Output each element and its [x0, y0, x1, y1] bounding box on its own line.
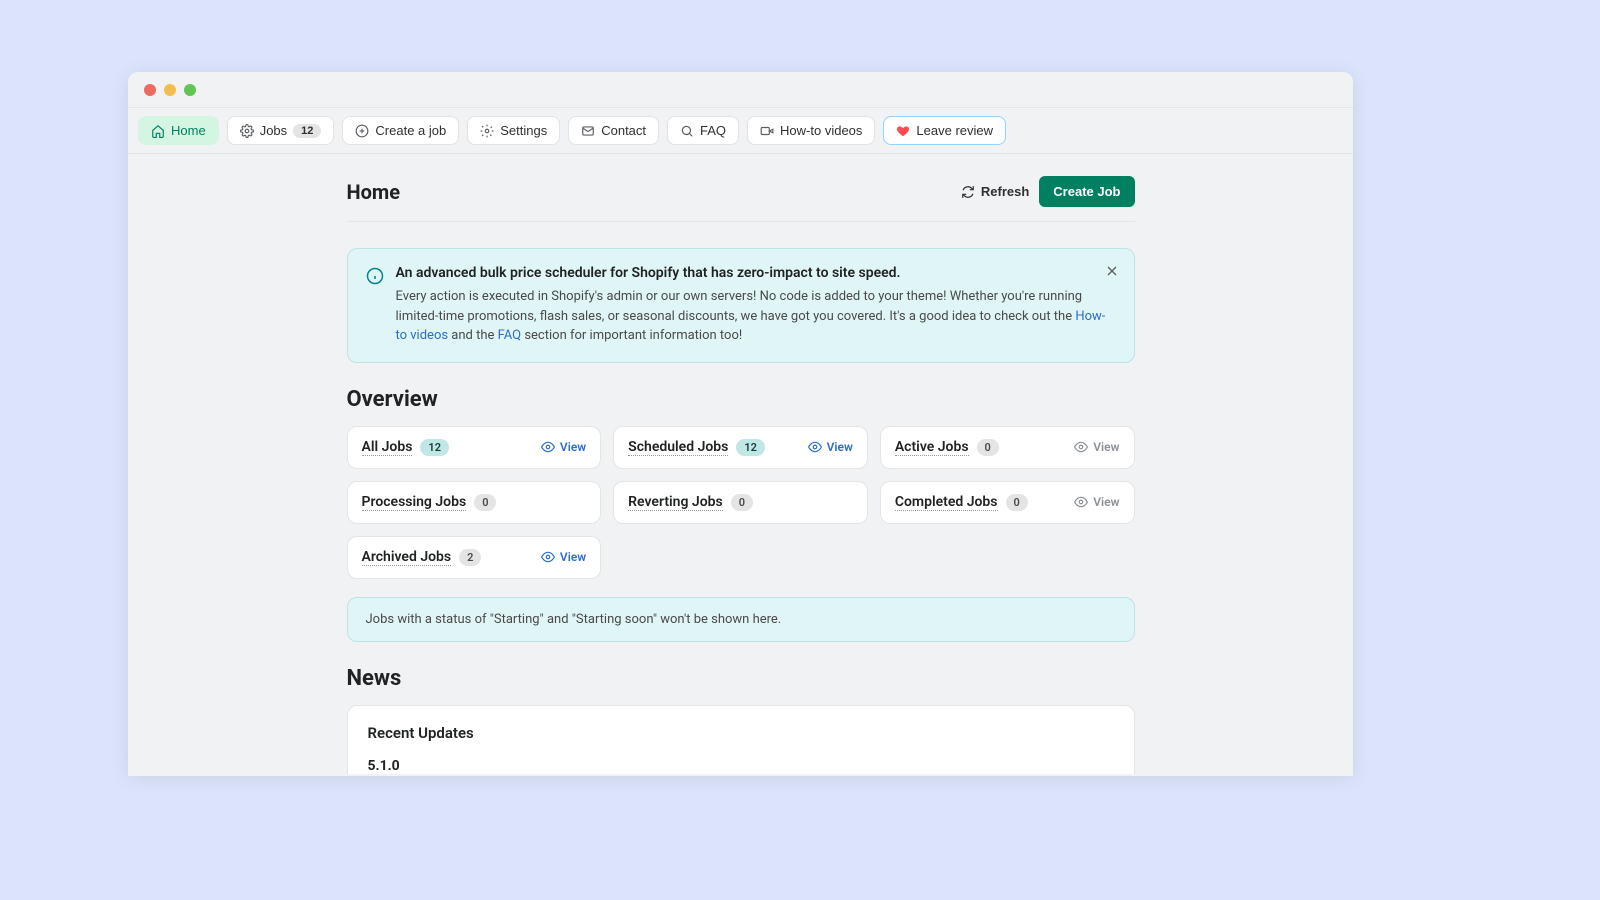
nav-leave-review[interactable]: Leave review: [883, 116, 1006, 145]
card-title: All Jobs: [362, 439, 413, 456]
card-all-jobs: All Jobs 12 View: [347, 426, 602, 469]
nav-home[interactable]: Home: [138, 116, 219, 145]
window-minimize-icon[interactable]: [164, 84, 176, 96]
eye-icon: [541, 440, 555, 454]
info-banner: An advanced bulk price scheduler for Sho…: [347, 248, 1135, 363]
card-archived-jobs: Archived Jobs 2 View: [347, 536, 602, 579]
refresh-button[interactable]: Refresh: [961, 184, 1029, 199]
nav-jobs[interactable]: Jobs 12: [227, 116, 335, 145]
card-title: Processing Jobs: [362, 494, 467, 511]
news-card-title: Recent Updates: [368, 724, 1114, 742]
nav-settings-label: Settings: [500, 123, 547, 138]
card-badge: 12: [736, 439, 765, 456]
eye-icon: [1074, 440, 1088, 454]
nav-home-label: Home: [171, 123, 206, 138]
card-completed-jobs: Completed Jobs 0 View: [880, 481, 1135, 524]
heart-icon: [896, 124, 910, 138]
window-maximize-icon[interactable]: [184, 84, 196, 96]
nav-create-job[interactable]: Create a job: [342, 116, 459, 145]
view-archived-jobs-link[interactable]: View: [541, 550, 586, 564]
video-icon: [760, 124, 774, 138]
nav-settings[interactable]: Settings: [467, 116, 560, 145]
nav-faq[interactable]: FAQ: [667, 116, 739, 145]
news-heading: News: [347, 666, 1135, 691]
create-job-button[interactable]: Create Job: [1039, 176, 1134, 207]
search-icon: [680, 124, 694, 138]
card-reverting-jobs: Reverting Jobs 0: [613, 481, 868, 524]
overview-heading: Overview: [347, 387, 1135, 412]
banner-link-faq[interactable]: FAQ: [498, 328, 521, 343]
card-processing-jobs: Processing Jobs 0: [347, 481, 602, 524]
banner-title: An advanced bulk price scheduler for Sho…: [396, 265, 1116, 281]
card-title: Active Jobs: [895, 439, 969, 456]
eye-icon: [541, 550, 555, 564]
news-card: Recent Updates 5.1.0 October 23, 2023 Ad…: [347, 705, 1135, 775]
news-version: 5.1.0: [368, 758, 1114, 774]
card-badge: 12: [420, 439, 449, 456]
card-scheduled-jobs: Scheduled Jobs 12 View: [613, 426, 868, 469]
refresh-icon: [961, 185, 975, 199]
view-all-jobs-link[interactable]: View: [541, 440, 586, 454]
home-icon: [151, 124, 165, 138]
card-badge: 0: [1006, 494, 1028, 511]
app-window: Home Jobs 12 Create a job Settings Conta…: [128, 72, 1353, 776]
card-title: Scheduled Jobs: [628, 439, 728, 456]
card-title: Archived Jobs: [362, 549, 452, 566]
page-header: Home Refresh Create Job: [347, 154, 1135, 222]
eye-icon: [808, 440, 822, 454]
nav-review-label: Leave review: [916, 123, 993, 138]
info-icon: [366, 267, 384, 285]
page-title: Home: [347, 180, 401, 204]
card-title: Reverting Jobs: [628, 494, 723, 511]
mail-icon: [581, 124, 595, 138]
titlebar: [128, 72, 1353, 108]
nav-create-job-label: Create a job: [375, 123, 446, 138]
view-completed-jobs-link[interactable]: View: [1074, 495, 1119, 509]
card-badge: 2: [459, 549, 481, 566]
card-badge: 0: [731, 494, 753, 511]
card-active-jobs: Active Jobs 0 View: [880, 426, 1135, 469]
card-badge: 0: [474, 494, 496, 511]
nav-jobs-label: Jobs: [260, 123, 287, 138]
card-badge: 0: [977, 439, 999, 456]
banner-body: Every action is executed in Shopify's ad…: [396, 287, 1116, 346]
nav-faq-label: FAQ: [700, 123, 726, 138]
view-active-jobs-link[interactable]: View: [1074, 440, 1119, 454]
window-close-icon[interactable]: [144, 84, 156, 96]
navbar: Home Jobs 12 Create a job Settings Conta…: [128, 108, 1353, 154]
settings-icon: [480, 124, 494, 138]
close-icon[interactable]: [1104, 263, 1120, 279]
plus-circle-icon: [355, 124, 369, 138]
nav-howto[interactable]: How-to videos: [747, 116, 875, 145]
card-title: Completed Jobs: [895, 494, 998, 511]
overview-note: Jobs with a status of "Starting" and "St…: [347, 597, 1135, 642]
eye-icon: [1074, 495, 1088, 509]
nav-contact[interactable]: Contact: [568, 116, 659, 145]
jobs-icon: [240, 124, 254, 138]
nav-jobs-badge: 12: [293, 124, 321, 138]
nav-contact-label: Contact: [601, 123, 646, 138]
overview-cards: All Jobs 12 View Scheduled Jobs 12 View …: [347, 426, 1135, 579]
nav-howto-label: How-to videos: [780, 123, 862, 138]
view-scheduled-jobs-link[interactable]: View: [808, 440, 853, 454]
content-area: Home Refresh Create Job An advanced bulk…: [128, 154, 1353, 774]
